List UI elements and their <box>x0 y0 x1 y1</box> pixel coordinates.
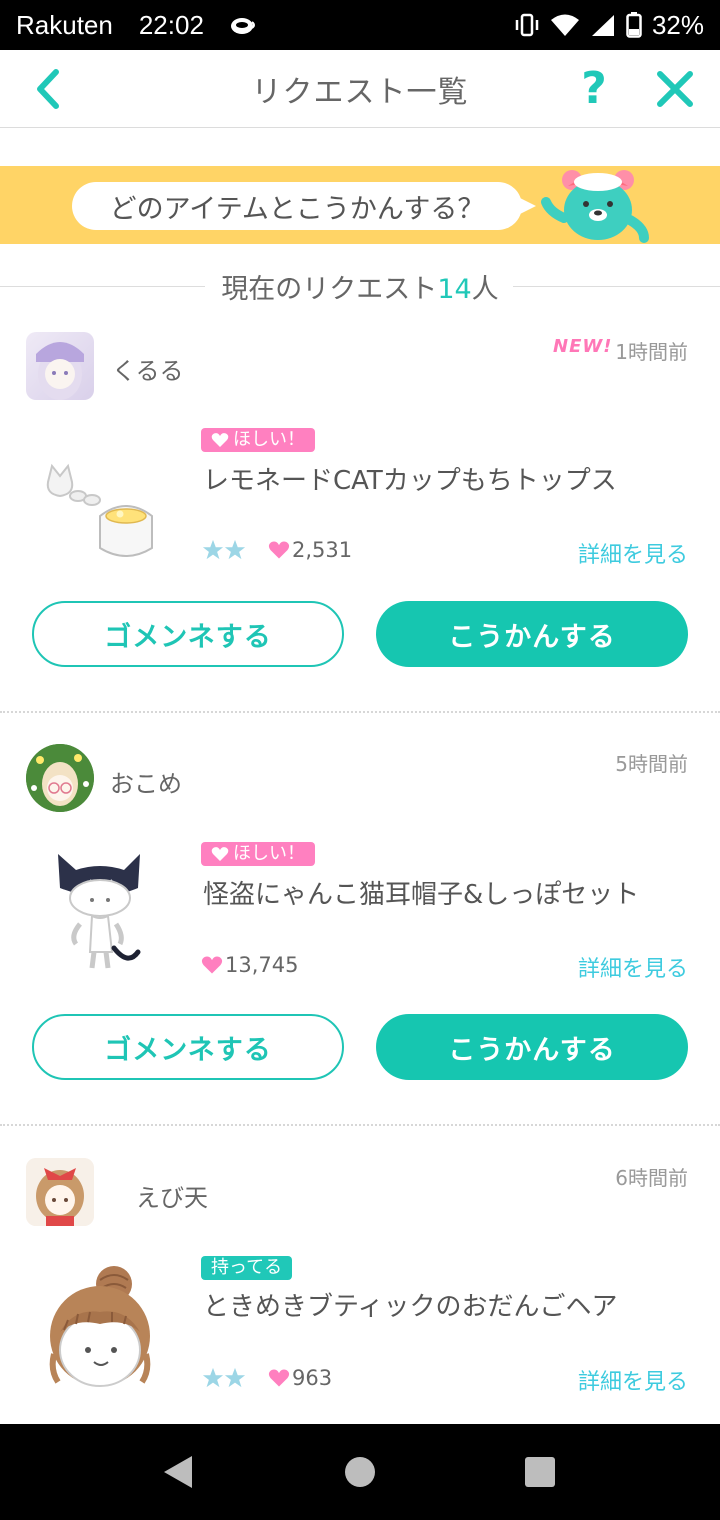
user-avatar-icon <box>36 342 84 400</box>
have-tag-label: 持ってる <box>211 1257 283 1278</box>
likes-count: 2,531 <box>268 538 352 562</box>
user-name: おこめ <box>110 770 182 798</box>
user-avatar-icon <box>26 744 94 812</box>
requests-count: 14 <box>437 273 472 305</box>
item-image-cat-cup-tops[interactable] <box>34 450 174 590</box>
rarity-stars <box>202 1367 246 1389</box>
status-time: 22:02 <box>138 9 204 40</box>
requests-count-label: 現在のリクエスト14人 <box>207 266 513 306</box>
bear-mascot-icon <box>541 170 649 243</box>
star-icon <box>224 1367 246 1388</box>
carrier-name: Rakuten <box>16 9 113 40</box>
user-name: くるる <box>112 357 184 385</box>
new-badge: NEW! <box>553 336 613 357</box>
status-bar: Rakuten 22:02 32% <box>0 0 720 50</box>
user-name: えび天 <box>136 1184 208 1212</box>
battery-icon <box>626 12 642 38</box>
exchange-banner: どのアイテムとこうかんする？ <box>0 166 720 244</box>
heart-icon <box>268 541 290 559</box>
requests-label: 現在のリクエスト <box>221 273 438 305</box>
recents-square-icon[interactable] <box>524 1456 556 1488</box>
avatar[interactable] <box>26 1158 94 1226</box>
item-name: 怪盗にゃんこ猫耳帽子&しっぽセット <box>203 880 640 910</box>
speech-bubble: どのアイテムとこうかんする？ <box>72 182 536 230</box>
item-image-cat-ear-hat[interactable] <box>34 840 174 980</box>
banner-question: どのアイテムとこうかんする？ <box>109 193 485 225</box>
likes-value: 13,745 <box>225 953 299 977</box>
request-time: 5時間前 <box>615 752 688 776</box>
avatar[interactable] <box>26 744 94 812</box>
request-time: 1時間前 <box>615 340 688 364</box>
battery-percent: 32% <box>651 9 704 40</box>
item-image-bun-hair[interactable] <box>34 1258 174 1398</box>
notification-icon <box>230 15 256 35</box>
request-card: おこめ 5時間前 ほしい！ 怪盗にゃんこ猫耳帽子&しっぽセット 13,745 詳… <box>0 722 720 1122</box>
heading-divider-left <box>0 286 205 287</box>
heart-icon <box>268 1369 290 1387</box>
want-tag-label: ほしい！ <box>233 843 305 864</box>
heart-icon <box>211 847 229 861</box>
star-icon <box>202 539 224 560</box>
item-name: ときめきブティックのおだんごヘア <box>203 1292 618 1322</box>
user-avatar-icon <box>26 1158 94 1226</box>
home-circle-icon[interactable] <box>344 1456 376 1488</box>
card-divider <box>0 1124 720 1126</box>
want-tag-label: ほしい！ <box>233 429 305 450</box>
requests-unit: 人 <box>471 273 499 305</box>
header-bar: リクエスト一覧 ? <box>0 50 720 128</box>
request-card: くるる NEW! 1時間前 ほしい！ レモネードCATカップもちトップス 2,5… <box>0 310 720 710</box>
likes-value: 963 <box>292 1366 333 1390</box>
decline-button[interactable]: ゴメンネする <box>32 601 344 667</box>
card-divider <box>0 711 720 713</box>
item-name: レモネードCATカップもちトップス <box>203 466 617 496</box>
detail-link[interactable]: 詳細を見る <box>578 1364 688 1396</box>
requests-heading: 現在のリクエスト14人 <box>0 262 720 310</box>
heart-icon <box>211 433 229 447</box>
likes-count: 963 <box>268 1366 332 1390</box>
likes-count: 13,745 <box>201 953 298 977</box>
have-tag: 持ってる <box>201 1256 293 1280</box>
exchange-button[interactable]: こうかんする <box>376 601 688 667</box>
decline-button[interactable]: ゴメンネする <box>32 1014 344 1080</box>
star-icon <box>202 1367 224 1388</box>
heart-icon <box>201 956 223 974</box>
rarity-stars <box>202 539 246 561</box>
page-title: リクエスト一覧 <box>251 74 469 110</box>
likes-value: 2,531 <box>292 538 353 562</box>
exchange-button[interactable]: こうかんする <box>376 1014 688 1080</box>
close-button[interactable] <box>654 68 696 110</box>
heading-divider-right <box>513 286 720 287</box>
request-time: 6時間前 <box>615 1166 688 1190</box>
want-tag: ほしい！ <box>201 428 315 452</box>
wifi-icon <box>550 13 580 37</box>
back-button[interactable] <box>28 66 68 112</box>
avatar[interactable] <box>26 332 94 400</box>
back-triangle-icon[interactable] <box>162 1454 194 1490</box>
signal-icon <box>590 13 616 37</box>
detail-link[interactable]: 詳細を見る <box>578 537 688 569</box>
close-icon <box>657 71 693 107</box>
chevron-left-icon <box>37 69 59 109</box>
request-card: えび天 6時間前 持ってる ときめきブティックのおだんごヘア 963 詳細を見る <box>0 1134 720 1424</box>
want-tag: ほしい！ <box>201 842 315 866</box>
vibrate-icon <box>514 13 540 37</box>
star-icon <box>224 539 246 560</box>
help-button[interactable]: ? <box>576 64 612 114</box>
detail-link[interactable]: 詳細を見る <box>578 951 688 983</box>
system-nav-bar <box>0 1424 720 1520</box>
